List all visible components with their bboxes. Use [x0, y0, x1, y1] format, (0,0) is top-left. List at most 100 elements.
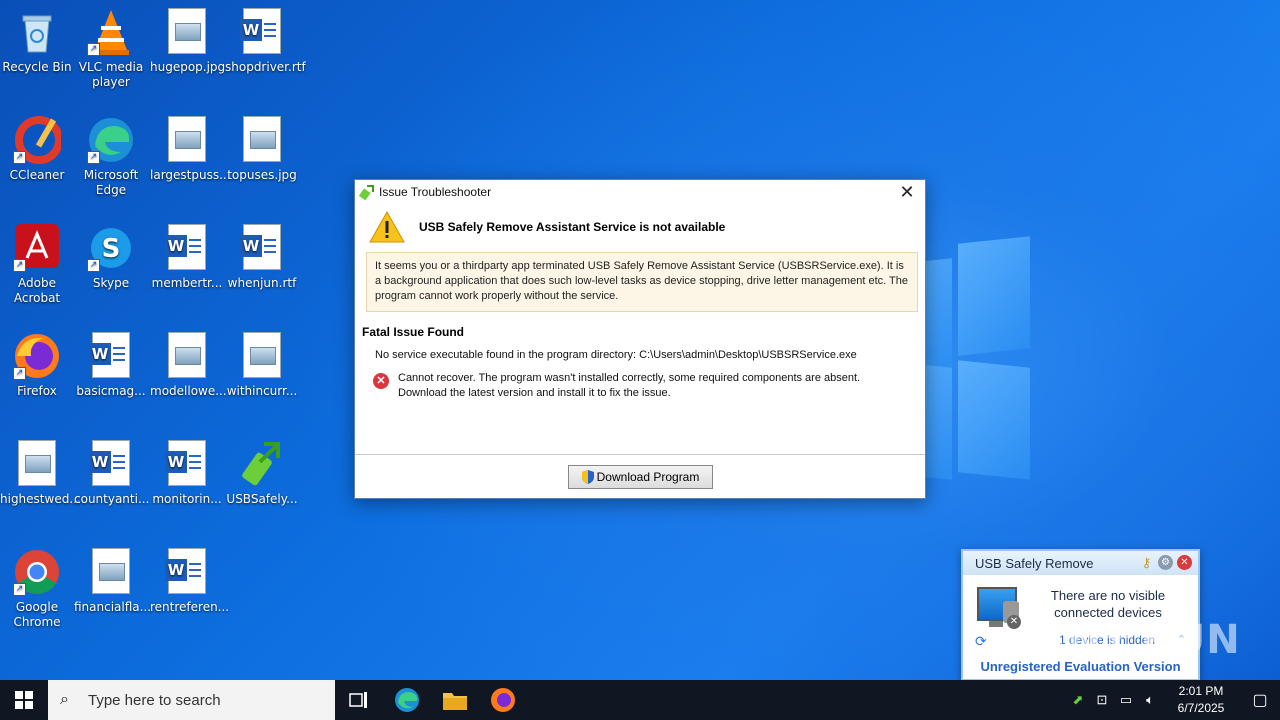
desktop-icon-label: Microsoft Edge [83, 168, 139, 197]
desktop-icon-microsoft-edge[interactable]: ↗ Microsoft Edge [74, 116, 148, 198]
word-doc-icon: W [87, 440, 135, 488]
task-view-button[interactable] [335, 680, 383, 720]
network-adapter-icon[interactable]: ⊡ [1090, 692, 1114, 708]
close-icon[interactable]: ✕ [1177, 555, 1192, 570]
word-doc-icon: W [163, 440, 211, 488]
desktop-icon-basicmag[interactable]: W basicmag... [74, 332, 148, 399]
vlc-icon: ↗ [87, 8, 135, 56]
taskbar-firefox-button[interactable] [479, 680, 527, 720]
desktop-icon-label: hugepop.jpg [150, 60, 226, 74]
system-tray: ⬈ ⊡ ▭ 🔈︎ 2:01 PM 6/7/2025 ▢ [1066, 680, 1280, 720]
desktop-icon-label: USBSafely... [226, 492, 298, 506]
dialog-heading: USB Safely Remove Assistant Service is n… [369, 211, 725, 243]
word-doc-icon: W [238, 224, 286, 272]
desktop-icon-label: withincurr... [226, 384, 298, 398]
desktop-icon-label: countyanti... [74, 492, 150, 506]
desktop-icon-firefox[interactable]: ↗ Firefox [0, 332, 74, 399]
desktop-icon-ccleaner[interactable]: ↗ CCleaner [0, 116, 74, 183]
image-file-icon [163, 8, 211, 56]
desktop-icon-label: Google Chrome [13, 600, 61, 629]
usb-safely-icon [238, 440, 286, 488]
taskbar-clock[interactable]: 2:01 PM 6/7/2025 [1170, 683, 1232, 717]
acrobat-icon: ↗ [13, 224, 61, 272]
error-message: Cannot recover. The program wasn't insta… [398, 372, 861, 399]
chrome-icon: ↗ [13, 548, 61, 596]
image-file-icon [163, 332, 211, 380]
usb-safely-tray-icon[interactable]: ⬈ [1066, 692, 1090, 708]
desktop-icon-label: topuses.jpg [227, 168, 297, 182]
desktop-icon-label: Firefox [17, 384, 57, 398]
desktop-icon-hugepop[interactable]: hugepop.jpg [150, 8, 226, 75]
desktop-icon-highestwed[interactable]: highestwed... [0, 440, 81, 507]
service-notice: It seems you or a thirdparty app termina… [366, 252, 918, 312]
refresh-icon[interactable]: ⟳ [975, 633, 987, 650]
svg-text:S: S [102, 234, 121, 264]
desktop-icon-shopdriver[interactable]: W shopdriver.rtf [225, 8, 306, 75]
image-file-icon [87, 548, 135, 596]
desktop-icon-usbsafely[interactable]: USBSafely... [225, 440, 299, 507]
desktop-icon-label: membertr... [151, 276, 223, 290]
desktop-icon-label: Skype [92, 276, 130, 290]
desktop-icon-countyanti[interactable]: W countyanti... [74, 440, 150, 507]
desktop-icon-skype[interactable]: S ↗ Skype [74, 224, 148, 291]
desktop-icon-label: Recycle Bin [2, 60, 72, 74]
desktop-icon-google-chrome[interactable]: ↗ Google Chrome [0, 548, 74, 630]
taskbar-search-box[interactable]: ⌕ Type here to search [48, 680, 335, 720]
desktop-icon-label: whenjun.rtf [227, 276, 297, 290]
shield-icon [581, 470, 594, 484]
image-file-icon [238, 332, 286, 380]
desktop-icon-whenjun[interactable]: W whenjun.rtf [225, 224, 299, 291]
desktop-icon-label: VLC media player [78, 60, 144, 89]
desktop-icon-modellowe[interactable]: modellowe... [150, 332, 227, 399]
desktop-icon-recycle-bin[interactable]: Recycle Bin [0, 8, 74, 75]
clock-date: 6/7/2025 [1177, 701, 1225, 715]
edge-icon [395, 688, 419, 712]
folder-icon [443, 693, 467, 710]
desktop-icon-rentreferen[interactable]: W rentreferen... [150, 548, 229, 615]
image-file-icon [163, 116, 211, 164]
taskbar-file-explorer-button[interactable] [431, 680, 479, 720]
anyrun-watermark: ANY.RUN [1035, 617, 1241, 663]
fatal-issue-title: Fatal Issue Found [362, 325, 465, 339]
notification-center-icon[interactable]: ▢ [1240, 690, 1280, 710]
desktop-icon-label: modellowe... [150, 384, 227, 398]
dialog-titlebar[interactable]: Issue Troubleshooter [355, 180, 925, 203]
desktop-icon-monitorin[interactable]: W monitorin... [150, 440, 224, 507]
ccleaner-icon: ↗ [13, 116, 63, 164]
dialog-title: Issue Troubleshooter [379, 184, 492, 199]
word-doc-icon: W [163, 548, 211, 596]
desktop-icon-topuses[interactable]: topuses.jpg [225, 116, 299, 183]
desktop-icon-membertr[interactable]: W membertr... [150, 224, 224, 291]
firefox-icon [491, 688, 515, 712]
taskbar: ⌕ Type here to search ⬈ ⊡ ▭ 🔈︎ 2:01 PM 6… [0, 680, 1280, 720]
no-devices-message: There are no visible connected devices [1050, 588, 1166, 620]
start-button[interactable] [0, 680, 48, 720]
dialog-heading-text: USB Safely Remove Assistant Service is n… [419, 220, 726, 234]
word-doc-icon: W [87, 332, 135, 380]
popup-title: USB Safely Remove [975, 555, 1094, 571]
search-icon: ⌕ [60, 691, 69, 708]
network-icon[interactable]: ▭ [1114, 692, 1138, 708]
key-icon[interactable]: ⚷ [1139, 555, 1154, 570]
desktop-icon-label: rentreferen... [150, 600, 230, 614]
windows-start-icon [15, 691, 33, 709]
desktop-icon-largestpuss[interactable]: largestpuss... [150, 116, 231, 183]
volume-icon[interactable]: 🔈︎ [1138, 692, 1162, 708]
error-icon: ✕ [373, 373, 389, 389]
clock-time: 2:01 PM [1178, 684, 1224, 698]
taskbar-edge-button[interactable] [383, 680, 431, 720]
download-program-label: Download Program [596, 470, 700, 484]
desktop-icon-financialfla[interactable]: financialfla... [74, 548, 151, 615]
desktop-icon-adobe-acrobat[interactable]: ↗ Adobe Acrobat [0, 224, 74, 306]
desktop-icon-label: monitorin... [152, 492, 222, 506]
desktop-icon-withincurr[interactable]: withincurr... [225, 332, 299, 399]
download-program-button[interactable]: Download Program [568, 465, 713, 489]
desktop-icon-vlc[interactable]: ↗ VLC media player [74, 8, 148, 90]
warning-icon [369, 211, 405, 243]
close-button[interactable]: ✕ [895, 182, 919, 202]
firefox-icon: ↗ [13, 332, 61, 380]
close-icon: ✕ [899, 182, 915, 202]
desktop-icon-label: basicmag... [76, 384, 146, 398]
settings-icon[interactable]: ⚙ [1158, 555, 1173, 570]
edge-icon: ↗ [87, 116, 135, 164]
